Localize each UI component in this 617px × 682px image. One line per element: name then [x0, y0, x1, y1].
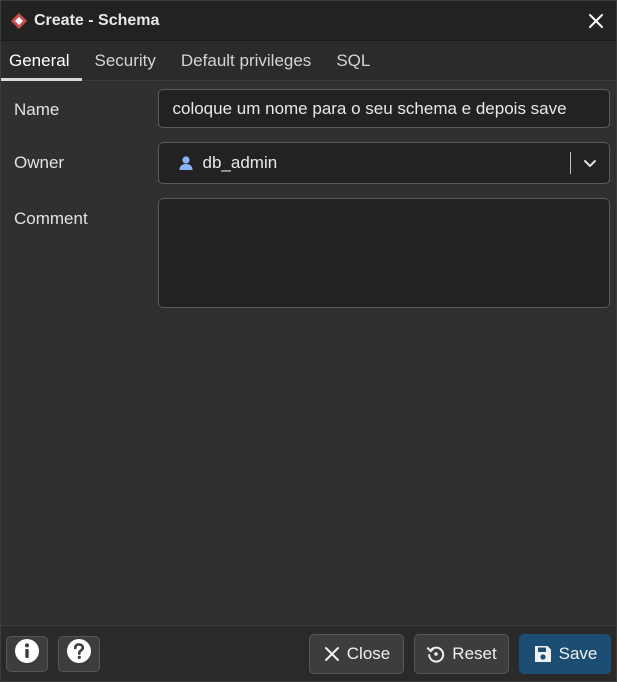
owner-select[interactable]: db_admin [157, 142, 610, 184]
name-label: Name [14, 100, 60, 119]
owner-value: db_admin [202, 153, 278, 172]
close-icon[interactable] [585, 10, 607, 32]
save-button[interactable]: Save [519, 633, 611, 674]
general-form: Name coloque um nome para o seu schema e… [1, 81, 616, 322]
comment-row: Comment [14, 198, 610, 308]
comment-textarea[interactable] [157, 198, 610, 308]
reset-button[interactable]: Reset [414, 633, 509, 674]
save-icon [533, 644, 553, 664]
create-schema-dialog: Create - Schema General Security Default… [0, 0, 617, 682]
comment-label: Comment [14, 209, 88, 228]
close-button[interactable]: Close [309, 633, 404, 674]
pgadmin-logo-icon [10, 12, 28, 30]
tab-sql[interactable]: SQL [324, 41, 383, 80]
form-empty-area [1, 322, 616, 625]
dialog-title: Create - Schema [34, 11, 160, 29]
name-input[interactable]: coloque um nome para o seu schema e depo… [157, 89, 610, 128]
help-button[interactable] [58, 635, 100, 672]
user-icon [177, 153, 197, 173]
dialog-titlebar[interactable]: Create - Schema [1, 1, 616, 41]
help-icon [66, 638, 92, 669]
tab-default-privileges[interactable]: Default privileges [169, 41, 324, 80]
tab-security[interactable]: Security [82, 41, 168, 80]
tab-bar: General Security Default privileges SQL [1, 41, 616, 81]
name-row: Name coloque um nome para o seu schema e… [14, 89, 610, 128]
select-separator [570, 152, 571, 174]
chevron-down-icon[interactable] [579, 152, 601, 174]
info-icon [14, 638, 40, 669]
dialog-footer: Close Reset Save [1, 625, 616, 681]
tab-general[interactable]: General [1, 41, 83, 81]
close-x-icon [323, 644, 341, 664]
save-button-label: Save [558, 643, 598, 663]
owner-row: Owner db_admin [14, 142, 610, 184]
close-button-label: Close [346, 643, 391, 663]
reset-icon [426, 644, 446, 664]
info-button[interactable] [6, 635, 48, 672]
owner-label: Owner [14, 153, 65, 172]
reset-button-label: Reset [452, 643, 497, 663]
